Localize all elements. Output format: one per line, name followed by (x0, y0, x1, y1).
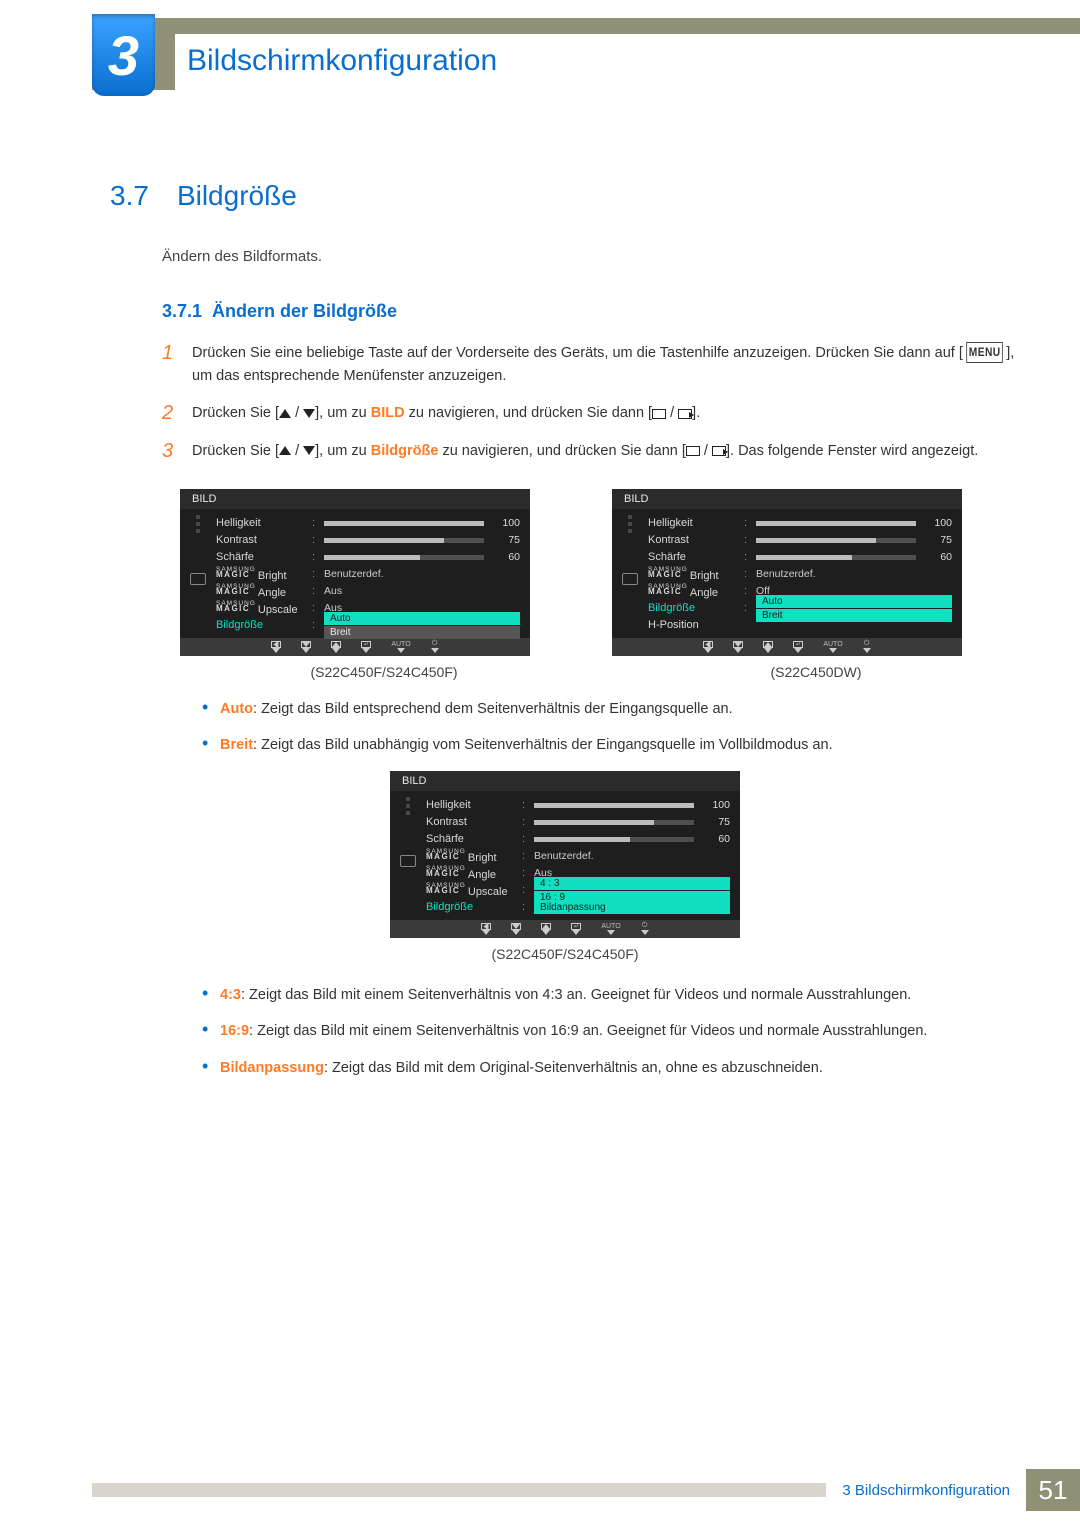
chapter-title: Bildschirmkonfiguration (175, 34, 1080, 90)
section-number: 3.7 (110, 180, 149, 211)
menu-icon: MENU (966, 342, 1003, 363)
source-icon (686, 446, 700, 456)
up-icon (279, 409, 291, 418)
osd-panel-1: BILD Helligkeit:100 Kontrast:75 Schärfe:… (180, 489, 530, 656)
page-footer: 3 Bildschirmkonfiguration 51 (92, 1469, 1080, 1511)
osd-title: BILD (180, 489, 530, 509)
step-2: 2 Drücken Sie [ / ], um zu BILD zu navig… (162, 402, 1020, 425)
subsection-title: Ändern der Bildgröße (212, 301, 397, 321)
picture-tab-icon (190, 573, 206, 585)
section-intro: Ändern des Bildformats. (162, 248, 1020, 265)
bullet-list-1: •Auto: Zeigt das Bild entsprechend dem S… (202, 698, 1020, 757)
osd-highlight: Bildgröße (216, 619, 306, 631)
osd-footer: ↵ AUTO ⏻ (180, 638, 530, 656)
subsection-number: 3.7.1 (162, 301, 202, 321)
subsection-heading: 3.7.1 Ändern der Bildgröße (162, 301, 1020, 322)
panel-caption-3: (S22C450F/S24C450F) (390, 946, 740, 962)
panel-caption-1: (S22C450F/S24C450F) (180, 664, 588, 680)
enter-icon (678, 409, 692, 419)
up-icon (279, 446, 291, 455)
footer-label: 3 Bildschirmkonfiguration (826, 1482, 1026, 1499)
down-icon (303, 409, 315, 418)
panel-caption-2: (S22C450DW) (612, 664, 1020, 680)
down-icon (303, 446, 315, 455)
section-title: Bildgröße (177, 180, 297, 211)
section-heading: 3.7 Bildgröße (110, 180, 1020, 212)
page-number: 51 (1026, 1469, 1080, 1511)
step-3: 3 Drücken Sie [ / ], um zu Bildgröße zu … (162, 440, 1020, 463)
source-icon (652, 409, 666, 419)
bild-keyword: BILD (371, 405, 405, 421)
step-1: 1 Drücken Sie eine beliebige Taste auf d… (162, 342, 1020, 388)
bullet-list-2: •4:3: Zeigt das Bild mit einem Seitenver… (202, 984, 1020, 1079)
chapter-number-badge: 3 (92, 14, 155, 96)
enter-icon (712, 446, 726, 456)
bildgroesse-keyword: Bildgröße (371, 443, 439, 459)
step-list: 1 Drücken Sie eine beliebige Taste auf d… (162, 342, 1020, 463)
osd-panel-3: BILD Helligkeit:100 Kontrast:75 Schärfe:… (390, 771, 740, 938)
osd-panel-2: BILD Helligkeit:100 Kontrast:75 Schärfe:… (612, 489, 962, 656)
